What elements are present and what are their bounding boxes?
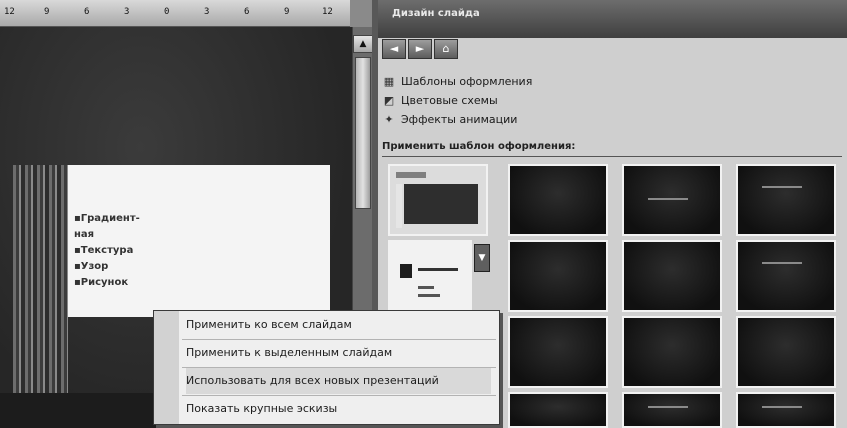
template-thumbnail[interactable]: [508, 240, 608, 312]
thumb-text: [762, 186, 802, 188]
slide-bottom-region: [0, 393, 160, 428]
menu-icon-gutter: [154, 311, 179, 424]
chevron-down-icon[interactable]: ▼: [474, 244, 490, 272]
ruler-tick: 12: [4, 7, 15, 17]
ruler-tick: 6: [244, 7, 250, 17]
template-thumbnail[interactable]: [508, 164, 608, 236]
ruler-tick: 12: [322, 7, 333, 17]
template-thumbnail[interactable]: [622, 240, 722, 312]
thumb-text: [648, 198, 688, 200]
scrollbar-thumb[interactable]: [355, 57, 371, 209]
color-schemes-icon: ◩: [383, 93, 395, 107]
design-templates-icon: ▦: [383, 74, 395, 88]
thumb-text: [762, 406, 802, 408]
menu-item-show-large-previews[interactable]: Показать крупные эскизы: [186, 396, 491, 422]
ruler-tick: 9: [44, 7, 50, 17]
thumb-body: [404, 184, 478, 224]
apply-template-heading: Применить шаблон оформления:: [382, 141, 576, 152]
ruler-tick: 6: [84, 7, 90, 17]
bullet-item: ▪Узор: [74, 261, 109, 272]
bullet-item: ▪Текстура: [74, 245, 134, 256]
bullet-item: ная: [74, 229, 95, 240]
color-schemes-label: Цветовые схемы: [401, 93, 498, 107]
menu-item-use-for-new-presentations[interactable]: Использовать для всех новых презентаций: [186, 368, 491, 394]
ruler-tick: 3: [204, 7, 210, 17]
ruler-tick: 0: [164, 7, 170, 17]
template-context-menu: Применить ко всем слайдам Применить к вы…: [153, 310, 500, 425]
template-thumbnail[interactable]: [622, 164, 722, 236]
task-pane-title: Дизайн слайда: [392, 8, 480, 19]
back-arrow-icon[interactable]: ◄: [382, 39, 406, 59]
scroll-up-arrow-icon[interactable]: ▲: [353, 35, 373, 53]
forward-arrow-icon[interactable]: ►: [408, 39, 432, 59]
thumb-side-bar: [396, 184, 402, 228]
thumb-title-line: [418, 268, 458, 271]
thumb-text: [762, 262, 802, 264]
horizontal-ruler: 12 9 6 3 0 3 6 9 12: [0, 0, 350, 27]
template-thumbnail[interactable]: [736, 316, 836, 388]
home-icon[interactable]: ⌂: [434, 39, 458, 59]
menu-item-apply-all-slides[interactable]: Применить ко всем слайдам: [186, 312, 491, 338]
thumb-title-bar: [396, 172, 426, 178]
template-thumbnail[interactable]: [622, 316, 722, 388]
color-schemes-link[interactable]: ◩ Цветовые схемы: [382, 92, 498, 108]
animation-effects-link[interactable]: ✦ Эффекты анимации: [382, 111, 517, 127]
bullet-item: ▪Рисунок: [74, 277, 129, 288]
animation-effects-label: Эффекты анимации: [401, 112, 518, 126]
thumb-accent: [400, 264, 412, 278]
template-thumbnail[interactable]: [388, 164, 488, 236]
animation-effects-icon: ✦: [384, 112, 394, 126]
template-thumbnail[interactable]: [508, 392, 608, 428]
thumb-text: [648, 406, 688, 408]
template-thumbnail[interactable]: [622, 392, 722, 428]
heading-divider: [382, 156, 842, 157]
design-templates-link[interactable]: ▦ Шаблоны оформления: [382, 73, 533, 89]
template-thumbnail[interactable]: [736, 392, 836, 428]
menu-item-apply-selected-slides[interactable]: Применить к выделенным слайдам: [186, 340, 491, 366]
template-thumbnail-selected[interactable]: [388, 240, 472, 312]
design-templates-label: Шаблоны оформления: [401, 74, 533, 88]
template-thumbnail[interactable]: [736, 164, 836, 236]
ruler-tick: 3: [124, 7, 130, 17]
bullet-item: ▪Градиент-: [74, 213, 140, 224]
slide-text-placeholder[interactable]: ▪Градиент- ная ▪Текстура ▪Узор ▪Рисунок: [68, 165, 330, 317]
thumb-body-line: [418, 294, 440, 297]
task-pane-header: Дизайн слайда: [378, 0, 847, 38]
template-thumbnail[interactable]: [508, 316, 608, 388]
thumb-body-line: [418, 286, 434, 289]
template-thumbnail[interactable]: [736, 240, 836, 312]
ruler-tick: 9: [284, 7, 290, 17]
slide-decorative-stripes: [13, 165, 68, 393]
bullet-list: ▪Градиент- ная ▪Текстура ▪Узор ▪Рисунок: [74, 211, 140, 291]
